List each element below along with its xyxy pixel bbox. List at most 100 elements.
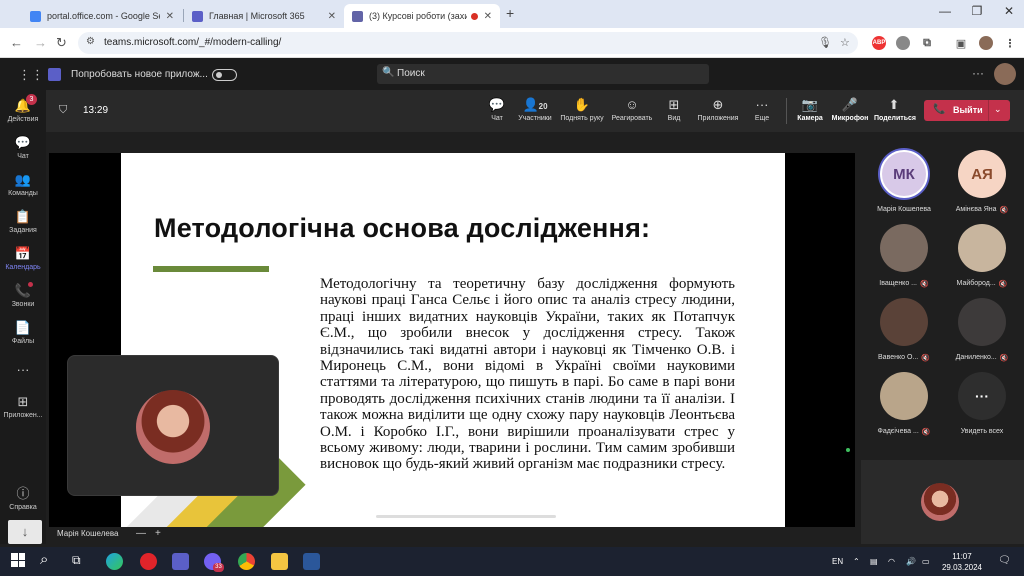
participant-tile[interactable]: Іващенко ... 🔇 (864, 224, 944, 290)
chevron-down-icon[interactable]: ⌄ (994, 104, 1002, 115)
participant-avatar (880, 372, 928, 420)
bookmark-star-icon[interactable]: ☆ (840, 36, 850, 49)
microphone-icon: 🎤 (841, 97, 859, 112)
rail-item-calls[interactable]: 📞 Звонки (0, 282, 46, 308)
zoom-out-button[interactable]: — (136, 528, 146, 539)
participant-initials: МК (893, 165, 915, 183)
mic-muted-icon: 🔇 (998, 280, 1008, 288)
app-launcher-icon[interactable]: ⋮⋮ (18, 67, 44, 83)
status-dot (28, 282, 33, 287)
network-icon[interactable]: ▤ (870, 557, 878, 566)
mic-muted-icon: 🔇 (921, 354, 930, 362)
close-icon[interactable]: ✕ (328, 11, 336, 22)
raise-hand-button[interactable]: ✋ Поднять руку (558, 97, 606, 122)
react-button[interactable]: ☺ Реагировать (609, 97, 655, 122)
chrome-icon[interactable] (238, 553, 255, 570)
forward-arrow-icon[interactable]: → (34, 35, 47, 50)
url-text[interactable]: teams.microsoft.com/_#/modern-calling/ (104, 37, 281, 48)
teams-taskbar-icon[interactable] (172, 553, 189, 570)
leave-button[interactable]: 📞 Выйти ⌄ (924, 100, 1010, 121)
participant-tile[interactable]: МК Марія Кошелева (864, 150, 944, 216)
participants-gallery: МК Марія Кошелева АЯ Амінєва Яна 🔇 Іващен… (860, 150, 1024, 450)
close-icon[interactable]: ✕ (484, 11, 492, 22)
rail-item-activity[interactable]: 🔔 3 Действия (0, 94, 46, 123)
task-view-icon[interactable]: ⧉ (72, 553, 89, 570)
search-icon[interactable]: ⌕ (40, 551, 48, 568)
zoom-in-button[interactable]: + (155, 528, 161, 539)
participant-name: Майбород... (956, 280, 996, 287)
presenter-video-tile[interactable] (67, 355, 279, 496)
assignments-icon: 📋 (14, 209, 32, 224)
file-explorer-icon[interactable] (271, 553, 288, 570)
browser-tab-m365[interactable]: Главная | Microsoft 365 ✕ (184, 4, 344, 28)
rail-item-more[interactable]: ··· (0, 362, 46, 377)
rail-item-chat[interactable]: 💬 Чат (0, 135, 46, 160)
rail-item-calendar[interactable]: 📅 Календарь (0, 246, 46, 271)
more-icon: ··· (958, 372, 1006, 420)
browser-tab-teams[interactable]: (3) Курсові роботи (захист) ✕ (344, 4, 500, 28)
taskbar-clock[interactable]: 11:07 29.03.2024 (940, 551, 984, 573)
close-window-button[interactable]: ✕ (994, 4, 1024, 18)
tray-chevron-icon[interactable]: ⌃ (853, 557, 860, 566)
site-info-icon[interactable]: ⚙ (86, 36, 95, 47)
notifications-icon[interactable]: 🗨 (998, 555, 1011, 566)
mic-icon[interactable]: 🎙 (818, 36, 832, 49)
back-arrow-icon[interactable]: ← (10, 35, 23, 50)
minimize-button[interactable]: — (930, 4, 960, 18)
close-icon[interactable]: ✕ (166, 11, 174, 22)
browser-profile-avatar[interactable] (979, 36, 993, 50)
opera-icon[interactable] (140, 553, 157, 570)
chat-icon: 💬 (488, 97, 506, 112)
participant-avatar: МК (880, 150, 928, 198)
microphone-button[interactable]: 🎤 Микрофон (831, 97, 869, 122)
new-tab-button[interactable]: + (506, 5, 514, 21)
self-preview-tile[interactable] (861, 460, 1024, 544)
browser-menu-icon[interactable]: ⋮ (1003, 36, 1017, 50)
edge-icon[interactable] (106, 553, 123, 570)
rail-item-apps[interactable]: ⊞ Приложен... (0, 394, 46, 419)
reload-icon[interactable]: ↻ (56, 35, 67, 51)
windows-start-icon[interactable] (11, 553, 25, 567)
language-indicator[interactable]: EN (832, 557, 843, 566)
url-omnibox[interactable]: ⚙ teams.microsoft.com/_#/modern-calling/… (78, 32, 858, 54)
side-panel-icon[interactable]: ▣ (954, 36, 968, 50)
word-icon[interactable] (303, 553, 320, 570)
battery-icon[interactable]: ▭ (922, 557, 930, 566)
slide-scrollbar[interactable] (376, 515, 556, 518)
share-button[interactable]: ⬆ Поделиться (874, 97, 916, 122)
browser-tab-google[interactable]: portal.office.com - Google Sear ✕ (22, 4, 182, 28)
rail-item-files[interactable]: 📄 Файлы (0, 320, 46, 345)
rail-item-help[interactable]: ⓘ Справка (0, 483, 46, 511)
user-avatar[interactable] (994, 63, 1016, 85)
smiley-icon: ☺ (625, 97, 639, 112)
more-actions-button[interactable]: ··· Еще (751, 97, 773, 122)
camera-button[interactable]: 📷 Камера (796, 97, 824, 122)
participant-avatar (880, 224, 928, 272)
rail-label: Приложен... (3, 412, 43, 419)
apps-button[interactable]: ⊕ Приложения (694, 97, 742, 122)
search-input[interactable]: 🔍 Поиск (377, 64, 709, 84)
participant-tile[interactable]: Фадєічева ... 🔇 (864, 372, 944, 438)
participant-tile[interactable]: Майбород... 🔇 (942, 224, 1022, 290)
adblock-extension-icon[interactable]: ABP (872, 36, 886, 50)
see-all-label: Увидеть всех (960, 428, 1004, 435)
globe-extension-icon[interactable] (896, 36, 910, 50)
wifi-icon[interactable]: ◠ (888, 557, 895, 566)
settings-more-button[interactable]: ··· (972, 66, 984, 80)
participant-tile[interactable]: Вавенко О... 🔇 (864, 298, 944, 364)
view-button[interactable]: ⊞ Вид (664, 97, 684, 122)
notification-badge: 3 (26, 94, 37, 105)
new-teams-toggle[interactable] (212, 69, 237, 81)
volume-icon[interactable]: 🔊 (906, 557, 916, 566)
rail-item-teams[interactable]: 👥 Команды (0, 172, 46, 197)
rail-item-assignments[interactable]: 📋 Задания (0, 209, 46, 234)
chat-button[interactable]: 💬 Чат (487, 97, 507, 122)
mic-muted-icon: 🔇 (999, 354, 1009, 362)
maximize-button[interactable]: ❐ (962, 4, 992, 18)
extensions-puzzle-icon[interactable]: ⧉ (920, 36, 934, 50)
participants-button[interactable]: 👤20 Участники (517, 97, 553, 122)
see-all-participants-button[interactable]: ··· Увидеть всех (942, 372, 1022, 438)
download-app-button[interactable]: ↓ (8, 520, 42, 544)
participant-tile[interactable]: АЯ Амінєва Яна 🔇 (942, 150, 1022, 216)
participant-tile[interactable]: Даниленко... 🔇 (942, 298, 1022, 364)
